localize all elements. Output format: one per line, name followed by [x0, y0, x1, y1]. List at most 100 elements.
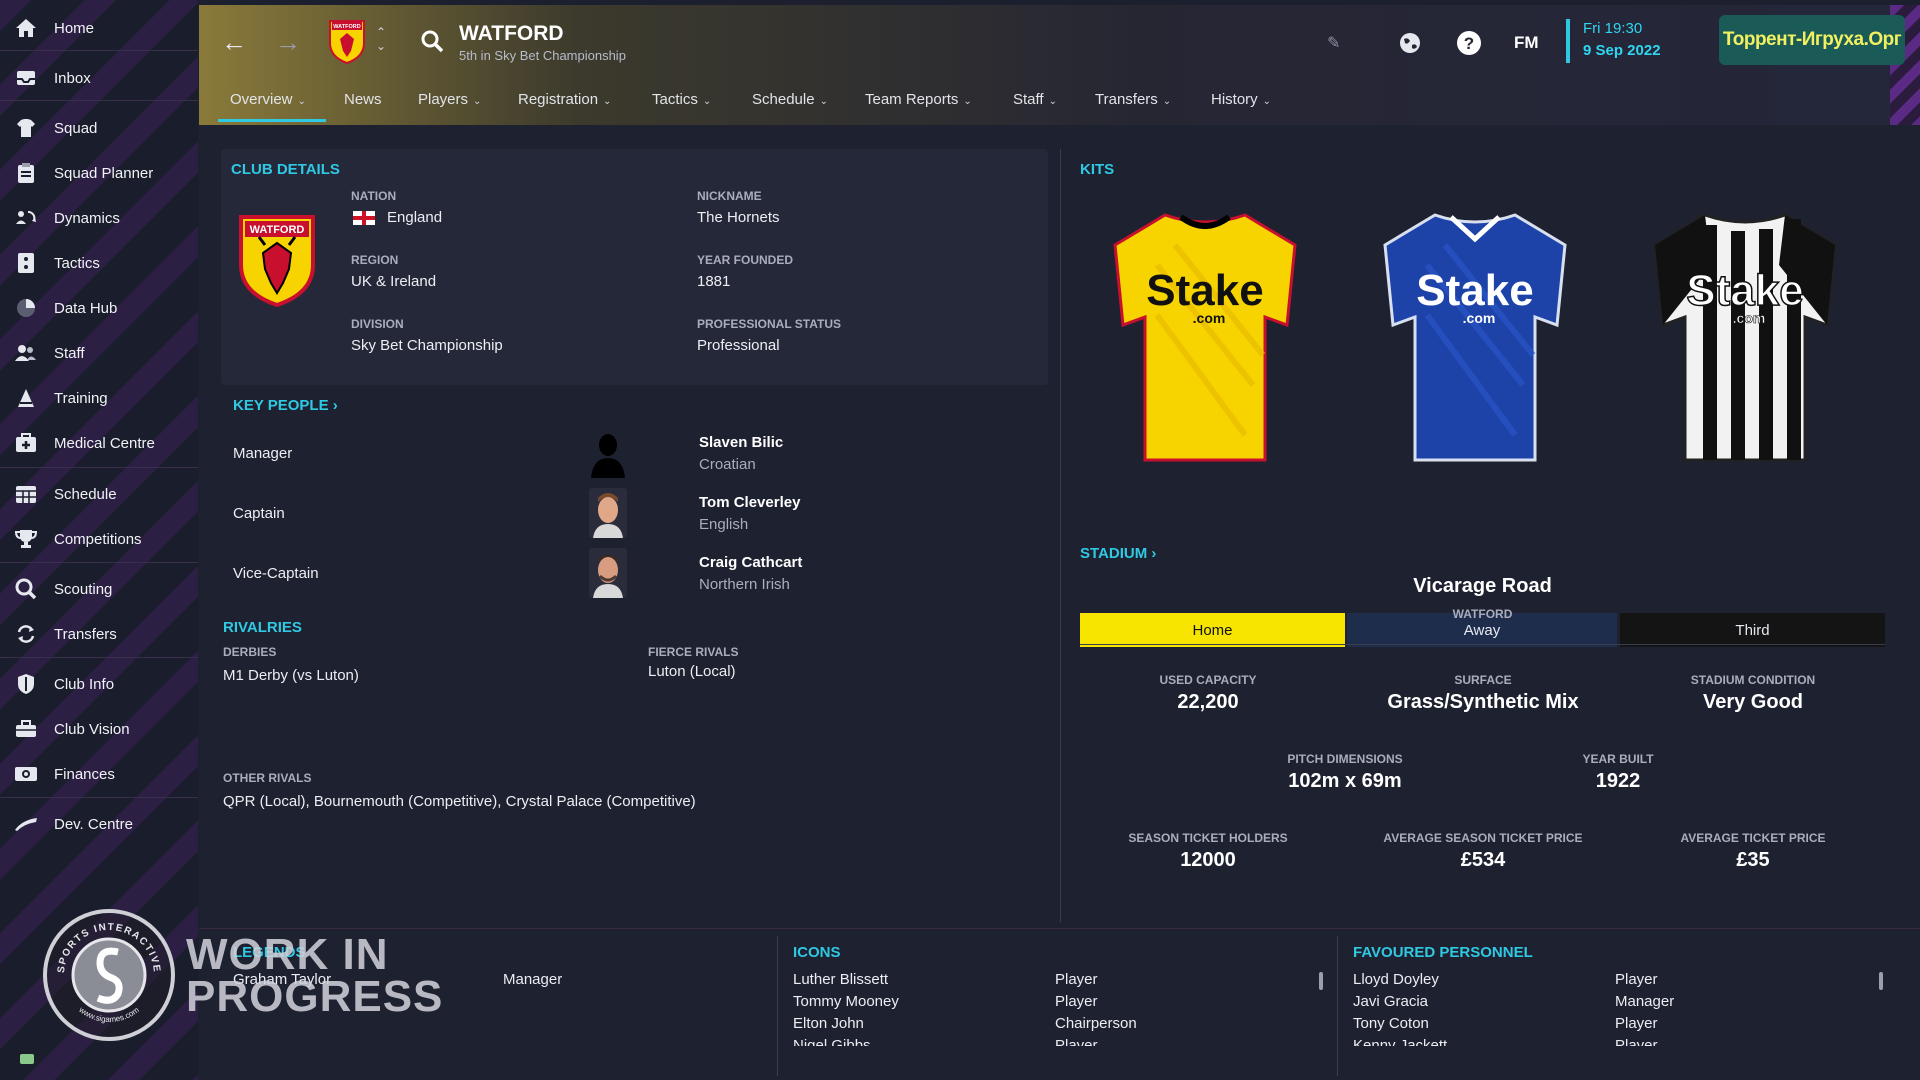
sidebar-item-label: Inbox: [54, 69, 91, 87]
sidebar-item-inbox[interactable]: Inbox: [0, 58, 198, 98]
sidebar-item-schedule[interactable]: Schedule: [0, 474, 198, 514]
sidebar-item-label: Home: [54, 19, 95, 37]
key-person-role: Captain: [233, 505, 285, 522]
sidebar-item-club-vision[interactable]: Club Vision: [0, 709, 198, 749]
avatar[interactable]: [589, 548, 627, 598]
sidebar-item-label: Dynamics: [54, 209, 120, 227]
tab-registration[interactable]: Registration ⌄: [518, 91, 611, 108]
key-person-role: Manager: [233, 445, 293, 462]
sidebar-item-club-info[interactable]: Club Info: [0, 664, 198, 704]
tab-overview[interactable]: Overview ⌄: [230, 91, 306, 108]
sidebar-item-squad-planner[interactable]: Squad Planner: [0, 153, 198, 193]
fm-logo[interactable]: FM: [1514, 33, 1539, 53]
tab-label: Overview: [230, 91, 293, 108]
fierce-rivals-value[interactable]: Luton (Local): [648, 663, 736, 680]
sidebar-item-competitions[interactable]: Competitions: [0, 519, 198, 559]
world-icon[interactable]: [1394, 27, 1426, 59]
sidebar-item-label: Club Vision: [54, 720, 130, 738]
stadium-condition-value: Very Good: [1702, 691, 1804, 713]
key-person-nationality: Northern Irish: [699, 576, 790, 593]
away-kit-shirt[interactable]: Stake .com: [1375, 205, 1575, 465]
game-date[interactable]: 9 Sep 2022: [1583, 42, 1661, 59]
chevron-down-icon: ⌄: [297, 96, 306, 107]
season-ticket-holders-label: SEASON TICKET HOLDERS: [1128, 831, 1288, 845]
tab-tactics[interactable]: Tactics ⌄: [652, 91, 711, 108]
list-item-name[interactable]: Tony Coton: [1353, 1015, 1429, 1032]
key-people-heading[interactable]: KEY PEOPLE ›: [233, 397, 338, 414]
list-item-name[interactable]: Tommy Mooney: [793, 993, 899, 1010]
stadium-name: Vicarage Road: [1413, 575, 1552, 597]
region-value: UK & Ireland: [351, 273, 437, 290]
sidebar-item-home[interactable]: Home: [0, 8, 198, 48]
panel-divider: [1060, 149, 1061, 922]
tab-schedule[interactable]: Schedule ⌄: [752, 91, 828, 108]
sidebar-item-transfers[interactable]: Transfers: [0, 614, 198, 654]
sidebar-item-tactics[interactable]: Tactics: [0, 243, 198, 283]
list-item-name[interactable]: Luther Blissett: [793, 971, 888, 988]
list-item-name[interactable]: Kenny Jackett: [1353, 1037, 1447, 1046]
game-time[interactable]: Fri 19:30: [1583, 20, 1642, 37]
sponsor-sub-text: .com: [1733, 310, 1766, 326]
list-item-name[interactable]: Elton John: [793, 1015, 864, 1032]
key-person-name[interactable]: Slaven Bilic: [699, 434, 783, 451]
scrollbar[interactable]: [1879, 972, 1883, 990]
sidebar-item-finances[interactable]: Finances: [0, 754, 198, 794]
stadium-heading-label: STADIUM: [1080, 545, 1148, 562]
avatar[interactable]: [589, 428, 627, 478]
home-kit-shirt[interactable]: Stake .com: [1105, 205, 1305, 465]
other-rivals-value[interactable]: QPR (Local), Bournemouth (Competitive), …: [223, 793, 696, 810]
avatar[interactable]: [589, 488, 627, 538]
sidebar-item-dev-centre[interactable]: Dev. Centre: [0, 804, 198, 844]
list-item-role: Player: [1055, 971, 1098, 988]
tab-team-reports[interactable]: Team Reports ⌄: [865, 91, 972, 108]
list-item-name[interactable]: Nigel Gibbs: [793, 1037, 871, 1046]
chevron-down-icon: ⌄: [702, 96, 712, 107]
key-person-role: Vice-Captain: [233, 565, 319, 582]
sidebar-item-label: Staff: [54, 344, 85, 362]
stadium-city[interactable]: WATFORD: [1080, 607, 1885, 621]
year-founded-label: YEAR FOUNDED: [697, 253, 794, 267]
back-arrow-icon[interactable]: ←: [221, 27, 247, 58]
edit-icon[interactable]: ✎: [1327, 33, 1340, 53]
stadium-heading[interactable]: STADIUM ›: [1080, 545, 1156, 562]
key-person-name[interactable]: Craig Cathcart: [699, 554, 802, 571]
sidebar-item-staff[interactable]: Staff: [0, 333, 198, 373]
tab-label: News: [344, 91, 382, 108]
list-item-name[interactable]: Lloyd Doyley: [1353, 971, 1439, 988]
list-item-role: Player: [1615, 1015, 1658, 1032]
sidebar-item-squad[interactable]: Squad: [0, 108, 198, 148]
tab-news[interactable]: News: [344, 91, 382, 108]
sidebar-item-medical-centre[interactable]: Medical Centre: [0, 423, 198, 463]
sidebar-item-data-hub[interactable]: Data Hub: [0, 288, 198, 328]
nation-value[interactable]: England: [387, 209, 442, 226]
clipped-row: Kenny Jackett Player: [1353, 1037, 1853, 1046]
club-details-heading: CLUB DETAILS: [231, 161, 340, 178]
column-divider: [777, 936, 778, 1076]
sidebar-item-label: Squad: [54, 119, 98, 137]
division-label: DIVISION: [351, 317, 404, 331]
help-icon[interactable]: ?: [1453, 27, 1485, 59]
list-item-name[interactable]: Javi Gracia: [1353, 993, 1428, 1010]
sidebar-item-dynamics[interactable]: Dynamics: [0, 198, 198, 238]
tab-label: Staff: [1013, 91, 1044, 108]
key-person-name[interactable]: Tom Cleverley: [699, 494, 800, 511]
tab-history[interactable]: History ⌄: [1211, 91, 1271, 108]
club-switch-icon[interactable]: ⌃ ⌄: [376, 25, 386, 53]
club-crest-icon[interactable]: WATFORD: [327, 17, 367, 65]
sidebar-item-training[interactable]: Training: [0, 378, 198, 418]
scrollbar[interactable]: [1319, 972, 1323, 990]
club-details-card: CLUB DETAILS WATFORD NATION England NICK…: [221, 149, 1048, 385]
sidebar-item-scouting[interactable]: Scouting: [0, 569, 198, 609]
derbies-value[interactable]: M1 Derby (vs Luton): [223, 667, 359, 684]
year-built-value: 1922: [1595, 770, 1641, 792]
tab-players[interactable]: Players ⌄: [418, 91, 481, 108]
chevron-down-icon: ⌄: [963, 96, 972, 107]
shield-icon: [14, 672, 38, 696]
search-icon[interactable]: [421, 30, 445, 54]
tab-transfers[interactable]: Transfers ⌄: [1095, 91, 1171, 108]
third-kit-shirt[interactable]: Stake .com: [1645, 205, 1845, 465]
forward-arrow-icon[interactable]: →: [275, 27, 301, 58]
division-value[interactable]: Sky Bet Championship: [351, 337, 503, 354]
list-item-role: Chairperson: [1055, 1015, 1137, 1032]
tab-staff[interactable]: Staff ⌄: [1013, 91, 1057, 108]
